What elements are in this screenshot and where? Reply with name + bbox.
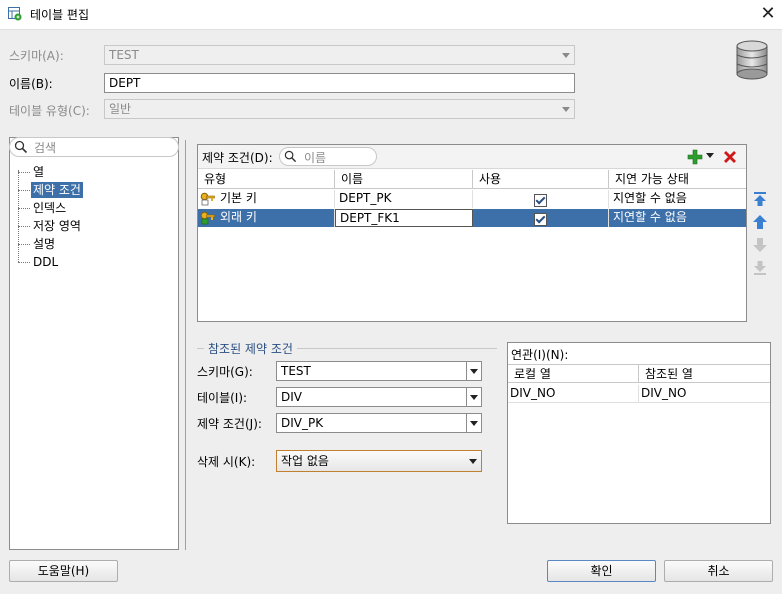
nav-search-placeholder: 검색 [34,141,57,155]
row-name: DEPT_PK [335,190,473,208]
row-enabled-cell [473,190,609,208]
move-up-icon[interactable] [751,213,769,231]
constraints-label: 제약 조건(D): [202,151,273,165]
schema-select-value: TEST [109,48,139,62]
row-type: 외래 키 [198,209,335,227]
ref-table-combo[interactable]: DIV [276,387,482,407]
add-icon[interactable] [687,149,703,165]
table-edit-icon [8,7,22,21]
table-type-select: 일반 [104,99,575,119]
tree-guide [18,262,30,263]
move-top-icon[interactable] [751,190,769,208]
name-input[interactable]: DEPT [104,73,575,93]
column-header-deferrable[interactable]: 지연 가능 상태 [609,170,746,189]
nav-item-constraints[interactable]: 제약 조건 [31,182,83,198]
panel-divider[interactable] [185,140,186,550]
foreign-key-icon [200,211,216,225]
tree-guide [18,226,30,227]
referenced-section-title: 참조된 제약 조건 [204,340,297,357]
ref-constraint-label: 제약 조건(J): [197,417,262,431]
ref-constraint-combo[interactable]: DIV_PK [276,413,482,433]
column-header-referenced[interactable]: 참조된 열 [639,364,770,383]
search-icon [14,140,28,154]
move-down-icon[interactable] [751,236,769,254]
chevron-down-icon[interactable] [466,388,481,406]
table-row[interactable]: 기본 키 DEPT_PK 지연할 수 없음 [198,190,746,208]
chevron-down-icon[interactable] [466,362,481,380]
name-label: 이름(B): [9,77,53,91]
table-type-label: 테이블 유형(C): [9,104,90,118]
nav-item-columns[interactable]: 열 [31,164,46,180]
row-referenced-column: DIV_NO [641,386,687,400]
search-icon [284,150,297,163]
on-delete-select[interactable]: 작업 없음 [276,450,482,472]
column-header-local[interactable]: 로컬 열 [508,364,639,383]
tree-guide [18,172,30,173]
nav-panel [9,137,179,550]
delete-icon[interactable] [722,149,738,165]
row-deferrable: 지연할 수 없음 [613,191,687,205]
association-label: 연관(I)(N): [511,348,569,362]
chevron-down-icon[interactable] [706,153,714,158]
nav-item-comment[interactable]: 설명 [31,236,57,252]
ref-schema-label: 스키마(G): [197,365,253,379]
on-delete-value: 작업 없음 [281,454,329,468]
row-type: 기본 키 [198,190,335,208]
window-title: 테이블 편집 [30,8,90,22]
enabled-checkbox[interactable] [534,193,547,207]
column-header-name[interactable]: 이름 [335,170,473,189]
tree-guide [18,190,30,191]
database-icon [735,40,769,80]
nav-item-ddl[interactable]: DDL [31,254,60,270]
on-delete-label: 삭제 시(K): [197,455,256,469]
row-local-column: DIV_NO [508,385,639,403]
chevron-down-icon [558,100,574,118]
tree-guide [18,208,30,209]
constraint-filter-input[interactable]: 이름 [279,147,377,166]
ref-schema-combo[interactable]: TEST [276,361,482,381]
column-header-type[interactable]: 유형 [198,170,335,189]
primary-key-icon [200,192,216,206]
chevron-down-icon [465,451,481,471]
nav-item-indexes[interactable]: 인덱스 [31,200,68,216]
ref-table-label: 테이블(I): [197,391,248,405]
row-deferrable: 지연할 수 없음 [609,209,746,227]
cancel-button[interactable]: 취소 [664,560,773,582]
constraint-filter-placeholder: 이름 [304,151,327,165]
close-icon[interactable]: ✕ [758,3,778,25]
row-enabled-cell [473,209,609,227]
move-bottom-icon[interactable] [751,259,769,277]
row-name-editor[interactable]: DEPT_FK1 [335,209,473,227]
enabled-checkbox[interactable] [534,212,547,226]
constraints-toolbar: 제약 조건(D): 이름 [198,145,746,169]
ref-table-value: DIV [281,390,302,404]
table-row[interactable]: DIV_NO DIV_NO [508,385,770,403]
chevron-down-icon[interactable] [466,414,481,432]
nav-search-input[interactable]: 검색 [9,137,179,157]
nav-item-storage[interactable]: 저장 영역 [31,218,83,234]
ok-button[interactable]: 확인 [547,560,656,582]
ref-constraint-value: DIV_PK [281,416,324,430]
table-row[interactable]: 외래 키 DEPT_FK1 지연할 수 없음 [198,209,746,227]
schema-select: TEST [104,45,575,65]
table-type-value: 일반 [109,102,132,116]
schema-label: 스키마(A): [9,49,64,63]
ref-schema-value: TEST [281,364,311,378]
tree-guide [18,244,30,245]
tree-guide [18,170,19,262]
column-header-enabled[interactable]: 사용 [473,170,609,189]
title-bar: 테이블 편집 ✕ [0,0,782,30]
help-button[interactable]: 도움말(H) [9,560,118,582]
chevron-down-icon [558,46,574,64]
